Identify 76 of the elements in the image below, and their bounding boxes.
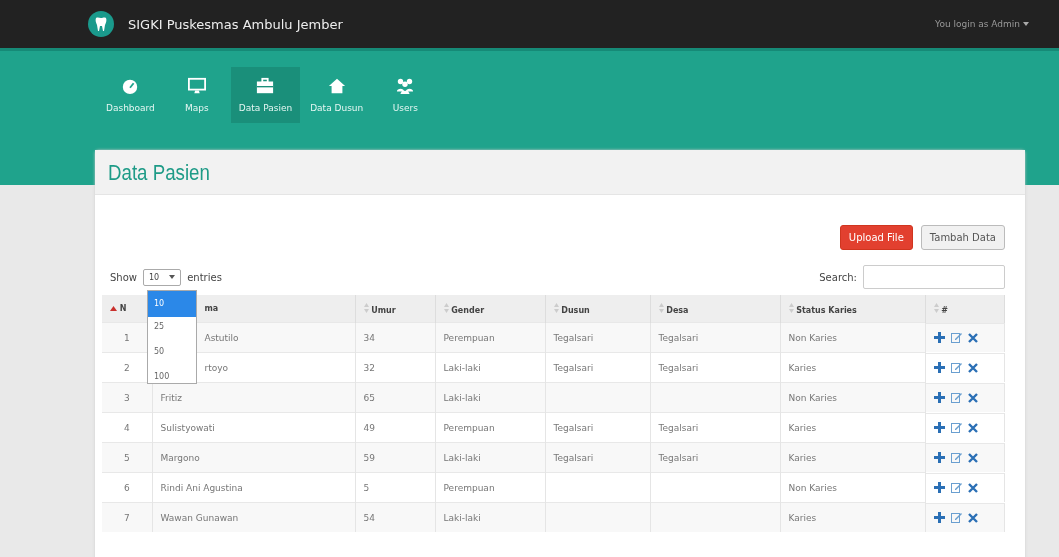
delete-icon[interactable]	[967, 512, 978, 523]
sort-icon	[443, 302, 449, 313]
sort-icon	[933, 302, 939, 313]
briefcase-icon	[256, 77, 275, 95]
edit-icon[interactable]	[950, 422, 962, 433]
sort-icon	[658, 302, 664, 313]
table-cell: 34	[355, 322, 435, 353]
plus-icon[interactable]	[933, 482, 945, 493]
table-cell: 65	[355, 382, 435, 413]
table-cell: Non Karies	[780, 322, 925, 353]
table-cell: Karies	[780, 442, 925, 473]
entries-label: entries	[187, 271, 222, 283]
nav-tab[interactable]: Data Pasien	[230, 67, 301, 123]
plus-icon[interactable]	[933, 332, 945, 343]
table-cell: 3	[102, 382, 152, 413]
users-icon	[396, 77, 415, 95]
table-cell: Margono	[152, 442, 355, 473]
edit-icon[interactable]	[950, 512, 962, 523]
table-cell: 5	[102, 442, 152, 473]
dashboard-gauge-icon	[121, 77, 140, 95]
sort-icon	[553, 302, 559, 313]
entries-select[interactable]: 10	[143, 268, 182, 286]
edit-icon[interactable]	[950, 332, 962, 343]
edit-icon[interactable]	[950, 482, 962, 493]
action-button[interactable]: Upload File	[839, 225, 913, 250]
caret-icon	[169, 275, 176, 279]
sort-icon	[788, 302, 794, 313]
edit-icon[interactable]	[950, 392, 962, 403]
house-icon	[327, 77, 346, 95]
column-header[interactable]: Dusun	[545, 295, 650, 323]
delete-icon[interactable]	[967, 422, 978, 433]
plus-icon[interactable]	[933, 452, 945, 463]
dropdown-option[interactable]: 10	[148, 290, 196, 317]
column-header[interactable]: #	[925, 295, 1005, 323]
table-cell: Laki-laki	[435, 502, 545, 532]
edit-icon[interactable]	[950, 362, 962, 373]
plus-icon[interactable]	[933, 392, 945, 403]
table-cell: Wawan Gunawan	[152, 502, 355, 532]
table-cell: Laki-laki	[435, 382, 545, 413]
delete-icon[interactable]	[967, 392, 978, 403]
search-label: Search:	[819, 271, 857, 283]
table-cell: Tegalsari	[545, 322, 650, 353]
table-cell: Laki-laki	[435, 442, 545, 473]
plus-icon[interactable]	[933, 422, 945, 433]
monitor-icon	[187, 77, 206, 95]
delete-icon[interactable]	[967, 362, 978, 373]
table-cell: Non Karies	[780, 382, 925, 413]
table-cell: Tegalsari	[650, 322, 780, 353]
table-cell: 59	[355, 442, 435, 473]
delete-icon[interactable]	[967, 332, 978, 343]
sort-ascending-icon	[110, 306, 117, 311]
column-header[interactable]: Umur	[355, 295, 435, 323]
action-button[interactable]: Tambah Data	[920, 225, 1005, 250]
page-title: Data Pasien	[108, 160, 211, 186]
tooth-logo-icon	[88, 11, 114, 37]
show-label: Show	[110, 271, 137, 283]
table-cell: Tegalsari	[545, 442, 650, 473]
table-cell: Fritiz	[152, 382, 355, 413]
edit-icon[interactable]	[950, 452, 962, 463]
table-cell: Perempuan	[435, 322, 545, 353]
column-header[interactable]: Desa	[650, 295, 780, 323]
plus-icon[interactable]	[933, 362, 945, 373]
table-cell: Karies	[780, 502, 925, 532]
column-header[interactable]: Gender	[435, 295, 545, 323]
delete-icon[interactable]	[967, 452, 978, 463]
plus-icon[interactable]	[933, 512, 945, 523]
app-title: SIGKI Puskesmas Ambulu Jember	[128, 16, 343, 32]
user-menu[interactable]: You login as Admin	[935, 19, 1029, 29]
search-field[interactable]	[863, 265, 1005, 289]
table-cell: 7	[102, 502, 152, 532]
sort-icon	[363, 302, 369, 313]
delete-icon[interactable]	[967, 482, 978, 493]
table-cell: Tegalsari	[650, 442, 780, 473]
caret-icon	[1023, 22, 1029, 26]
table-cell: 54	[355, 502, 435, 532]
column-header[interactable]: Status Karies	[780, 295, 925, 323]
